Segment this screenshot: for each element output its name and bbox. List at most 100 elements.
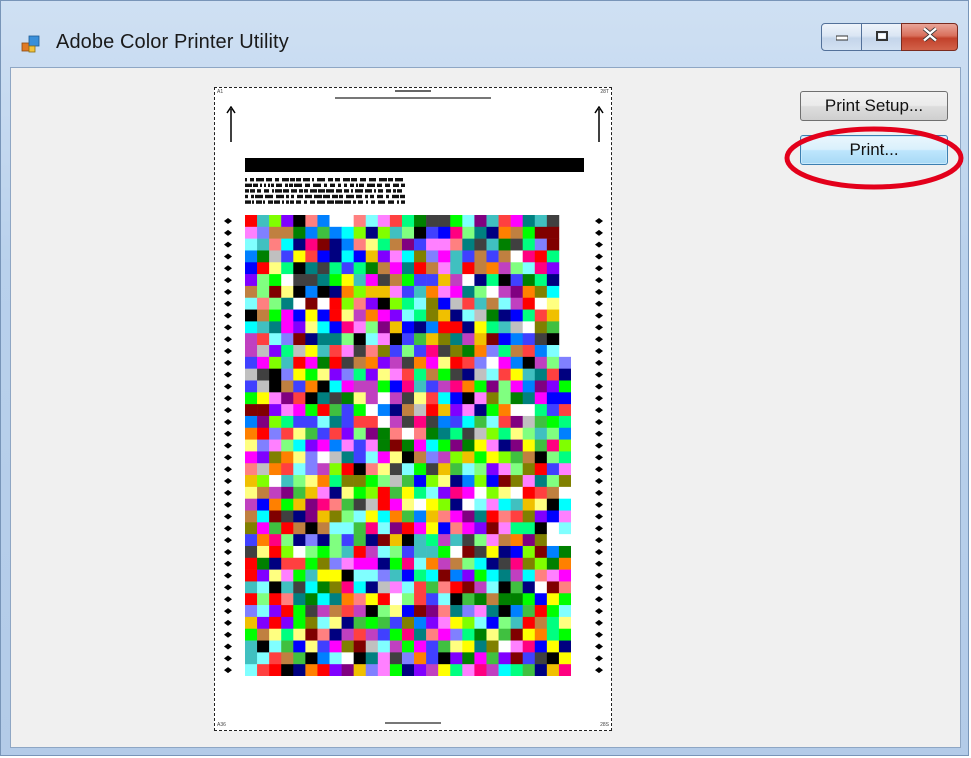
color-patch — [377, 226, 391, 239]
color-patch — [486, 427, 499, 440]
color-patch — [401, 250, 415, 263]
color-patch — [293, 321, 306, 334]
color-patch — [365, 404, 379, 417]
color-patch — [486, 333, 499, 346]
color-patch — [317, 451, 330, 464]
barcode-bar — [310, 200, 315, 204]
color-patch — [546, 392, 560, 405]
color-patch — [546, 652, 560, 665]
color-patch — [558, 439, 571, 452]
color-patch — [546, 581, 560, 594]
color-patch — [305, 238, 318, 251]
color-patch — [534, 463, 548, 476]
color-patch — [353, 605, 367, 618]
color-patch — [269, 640, 282, 653]
color-patch — [498, 415, 511, 429]
color-patch — [510, 285, 523, 299]
color-patch — [377, 392, 391, 405]
minimize-button[interactable] — [821, 23, 862, 51]
barcode-bar — [253, 183, 258, 187]
print-button[interactable]: Print... — [800, 135, 948, 165]
registration-arrow — [224, 489, 232, 496]
color-patch — [245, 309, 258, 322]
color-patch — [414, 238, 427, 251]
registration-arrow — [595, 359, 603, 366]
color-patch — [353, 569, 367, 582]
print-setup-button[interactable]: Print Setup... — [800, 91, 948, 121]
color-patch — [401, 392, 415, 405]
color-patch — [414, 463, 427, 476]
color-patch — [486, 510, 499, 523]
color-patch — [389, 356, 403, 369]
color-patch — [426, 404, 439, 417]
barcode-bar — [285, 183, 288, 187]
color-patch — [341, 274, 354, 287]
color-patch — [293, 451, 306, 464]
color-patch — [305, 415, 318, 429]
color-patch — [462, 250, 475, 263]
color-patch — [245, 333, 258, 346]
color-patch — [353, 439, 367, 452]
color-patch — [269, 522, 282, 535]
color-patch — [474, 463, 487, 476]
title-bar[interactable]: Adobe Color Printer Utility — [1, 1, 968, 65]
barcode-bar — [343, 178, 350, 182]
color-patch — [317, 498, 330, 511]
barcode-bar — [328, 178, 333, 182]
color-patch — [401, 333, 415, 346]
color-patch — [281, 522, 294, 535]
color-patch — [462, 226, 475, 239]
color-patch — [257, 510, 270, 523]
color-patch — [486, 215, 499, 228]
color-patch — [257, 616, 270, 630]
color-patch — [293, 616, 306, 630]
color-patch — [558, 545, 571, 559]
color-patch — [426, 274, 439, 287]
color-patch — [341, 238, 354, 251]
maximize-button[interactable] — [861, 23, 902, 51]
color-patch — [305, 368, 318, 381]
color-patch — [486, 498, 499, 511]
color-patch — [438, 321, 451, 334]
color-patch — [377, 368, 391, 381]
color-patch — [546, 345, 560, 358]
color-patch — [365, 557, 379, 570]
color-patch — [426, 463, 439, 476]
color-patch — [450, 226, 463, 239]
color-patch — [414, 356, 427, 369]
color-patch — [317, 534, 330, 547]
color-patch — [498, 616, 511, 630]
registration-arrow — [224, 359, 232, 366]
color-patch — [546, 297, 560, 310]
color-patch — [534, 439, 548, 452]
color-patch — [522, 297, 536, 310]
registration-arrow — [595, 501, 603, 508]
registration-arrow — [595, 312, 603, 319]
barcode-bar — [256, 178, 264, 182]
barcode-bar — [286, 194, 289, 199]
color-patch — [401, 226, 415, 239]
color-patch — [522, 475, 536, 488]
color-patch — [450, 545, 463, 559]
color-patch — [293, 262, 306, 275]
color-patch — [462, 652, 475, 665]
color-patch — [558, 475, 571, 488]
color-patch — [329, 605, 342, 618]
color-patch — [522, 368, 536, 381]
barcode-bar — [377, 183, 382, 187]
color-patch — [341, 262, 354, 275]
color-patch — [353, 498, 367, 511]
color-patch — [341, 439, 354, 452]
color-patch — [522, 262, 536, 275]
barcode-bar — [289, 183, 293, 187]
color-patch — [377, 616, 391, 630]
close-button[interactable] — [901, 23, 958, 51]
color-patch — [365, 463, 379, 476]
color-patch — [486, 285, 499, 299]
color-patch — [546, 486, 560, 499]
color-patch — [522, 486, 536, 499]
registration-arrow — [224, 336, 232, 343]
color-patch — [438, 605, 451, 618]
color-patch — [558, 415, 571, 429]
color-patch — [474, 652, 487, 665]
